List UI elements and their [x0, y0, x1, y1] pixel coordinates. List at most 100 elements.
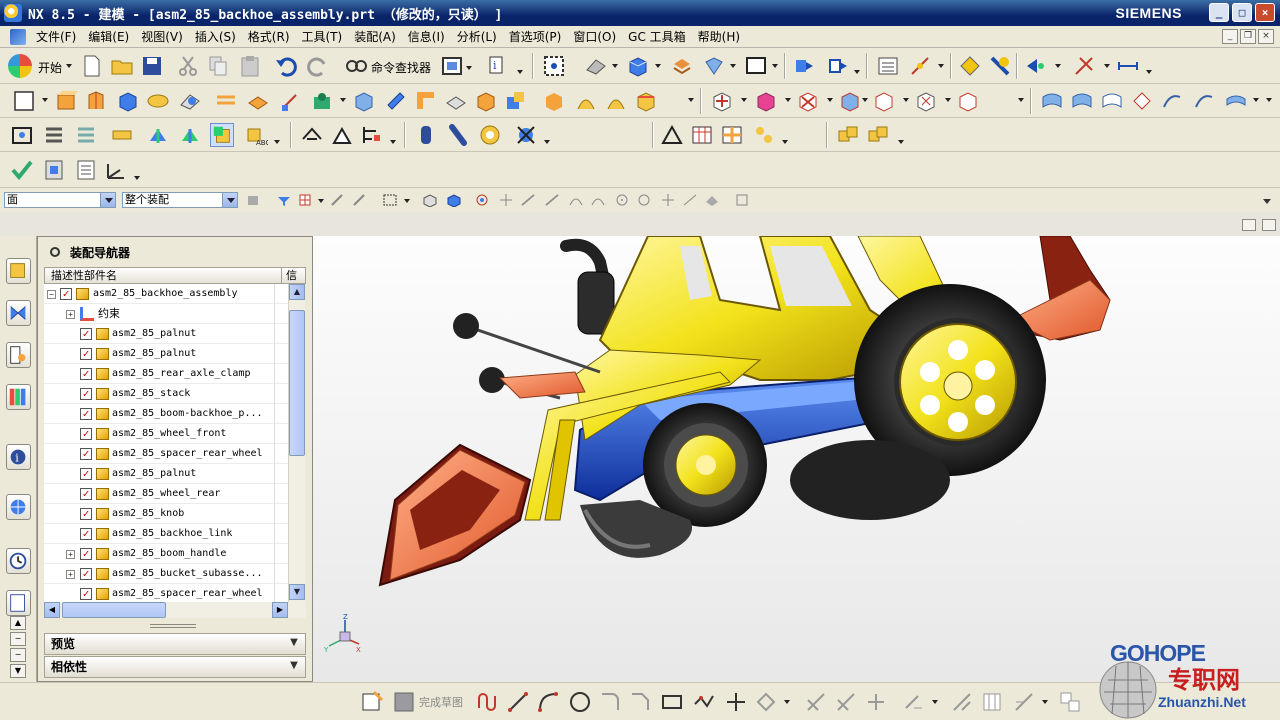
object-display-icon[interactable] [988, 54, 1012, 78]
info-dropdown-icon[interactable] [517, 70, 523, 74]
sketch-settings-icon[interactable] [1058, 690, 1082, 714]
viewport-restore-icon[interactable] [1242, 219, 1256, 231]
gear-dropdown-icon[interactable] [898, 140, 904, 144]
arc-icon[interactable] [536, 690, 560, 714]
resize-blend-icon[interactable] [914, 89, 938, 113]
resource-scroll-down-icon[interactable]: ▼ [10, 664, 26, 678]
menu-file[interactable]: 文件(F) [32, 28, 84, 45]
make-corner-icon[interactable] [864, 690, 888, 714]
type-filter-dropdown-icon[interactable] [100, 193, 115, 207]
minimize-button[interactable]: _ [1209, 3, 1229, 22]
mate-component-icon[interactable] [478, 123, 502, 147]
assembly-constraints-icon[interactable] [178, 123, 202, 147]
visibility-checkbox[interactable]: ✓ [80, 588, 92, 600]
tree-row[interactable]: ✓ asm2_85_knob [44, 504, 294, 524]
close-button[interactable]: × [1255, 3, 1275, 22]
gear-pair-icon[interactable] [836, 123, 860, 147]
visibility-checkbox[interactable]: ✓ [80, 528, 92, 540]
auto-constrain-icon[interactable] [1012, 690, 1036, 714]
selection-scope-dropdown-icon[interactable] [222, 193, 237, 207]
snap-midpoint-icon[interactable] [498, 193, 514, 207]
triangle-icon[interactable] [660, 123, 684, 147]
surface-more-icon[interactable] [1266, 98, 1272, 102]
snap-point-on-curve-icon[interactable] [682, 193, 698, 207]
quick-trim-icon[interactable] [804, 690, 828, 714]
gear-pair-two-icon[interactable] [866, 123, 890, 147]
tree-row[interactable]: ✓ asm2_85_boom-backhoe_p... [44, 404, 294, 424]
selection-priority-icon[interactable] [1024, 54, 1048, 78]
tree-row[interactable]: + ✓ asm2_85_boom_handle [44, 544, 294, 564]
navigator-vertical-scrollbar[interactable]: ▲ ▼ [288, 284, 305, 602]
datum-csys-icon[interactable] [246, 89, 270, 113]
measure-list-icon[interactable] [876, 54, 900, 78]
command-finder-label[interactable]: 命令查找器 [371, 59, 431, 76]
snap-point-on-surface-icon[interactable] [704, 193, 720, 207]
rectangle-select-icon[interactable] [382, 193, 398, 207]
component-array-icon[interactable] [110, 123, 134, 147]
selection-mode-dropdown-icon[interactable] [318, 199, 324, 203]
offset-face-icon[interactable] [634, 89, 658, 113]
sync-dropdown-icon[interactable] [741, 98, 747, 102]
web-browser-tab-icon[interactable] [6, 494, 31, 520]
general-selection-filter-icon[interactable] [276, 193, 292, 207]
measure-distance-icon[interactable] [1116, 54, 1140, 78]
constrain-dropdown-icon[interactable] [1042, 700, 1048, 704]
undo-icon[interactable] [274, 54, 298, 78]
unite-icon[interactable] [504, 89, 528, 113]
move-component-icon[interactable] [146, 123, 170, 147]
mirror-icon[interactable] [574, 89, 598, 113]
hole-icon[interactable] [310, 89, 334, 113]
new-component-icon[interactable] [74, 123, 98, 147]
reuse-library-tab-icon[interactable] [6, 384, 31, 410]
part-selection-icon[interactable] [298, 193, 314, 207]
tree-row[interactable]: + ✓ asm2_85_bucket_subasse... [44, 564, 294, 584]
axis-dropdown-icon[interactable] [1104, 64, 1110, 68]
bill-of-materials-icon[interactable] [74, 158, 98, 182]
geometric-constraint-icon[interactable] [950, 690, 974, 714]
shell-icon[interactable] [474, 89, 498, 113]
paste-icon[interactable] [238, 54, 262, 78]
reference-set-icon[interactable] [414, 123, 438, 147]
component-selection-icon[interactable] [352, 193, 368, 207]
replace-face-icon[interactable] [838, 89, 862, 113]
snap-quadrant-icon[interactable] [636, 193, 652, 207]
wave-geometry-linker-icon[interactable] [300, 123, 324, 147]
menu-tools[interactable]: 工具(T) [298, 28, 351, 45]
offset-surface-icon[interactable] [1224, 89, 1248, 113]
dependency-section[interactable]: 相依性 ▼ [44, 656, 306, 678]
menu-information[interactable]: 信息(I) [404, 28, 453, 45]
chamfer-sketch-icon[interactable] [628, 690, 652, 714]
snap-control-point-icon[interactable] [568, 193, 584, 207]
snap-dropdown-icon[interactable] [938, 64, 944, 68]
menu-window[interactable]: 窗口(O) [569, 28, 624, 45]
delete-face-icon[interactable] [872, 89, 896, 113]
draft-icon[interactable] [604, 89, 628, 113]
tree-row[interactable]: ✓ asm2_85_spacer_rear_wheel [44, 444, 294, 464]
scroll-left-button[interactable]: ◀ [44, 602, 60, 618]
horizontal-scroll-thumb[interactable] [62, 602, 166, 618]
viewport-maximize-icon[interactable] [1262, 219, 1276, 231]
spline-dropdown-icon[interactable] [784, 700, 790, 704]
sketch-dropdown-icon[interactable] [42, 98, 48, 102]
scroll-thumb[interactable] [289, 310, 305, 456]
menu-format[interactable]: 格式(R) [244, 28, 298, 45]
system-materials-tab-icon[interactable] [6, 590, 31, 616]
replace-dropdown-icon[interactable] [862, 98, 868, 102]
sync-more-icon[interactable] [1018, 98, 1024, 102]
visibility-checkbox[interactable]: ✓ [80, 568, 92, 580]
resource-scroll-up-icon[interactable]: ▲ [10, 616, 26, 630]
select-body-icon[interactable] [446, 193, 462, 207]
fillet-icon[interactable] [598, 690, 622, 714]
scroll-right-button[interactable]: ▶ [272, 602, 288, 618]
wcs-icon[interactable] [702, 54, 726, 78]
resource-tab-less-icon[interactable]: − [10, 648, 26, 662]
boss-icon[interactable] [352, 89, 376, 113]
copy-icon[interactable] [206, 54, 230, 78]
group-face-icon[interactable] [956, 89, 980, 113]
tree-row[interactable]: ✓ asm2_85_palnut [44, 344, 294, 364]
hd3d-tools-tab-icon[interactable]: i [6, 444, 31, 470]
part-navigator-tab-icon[interactable] [6, 342, 31, 368]
extrude-icon[interactable] [54, 89, 78, 113]
axis-triad-icon[interactable] [104, 158, 128, 182]
save-icon[interactable] [140, 54, 164, 78]
